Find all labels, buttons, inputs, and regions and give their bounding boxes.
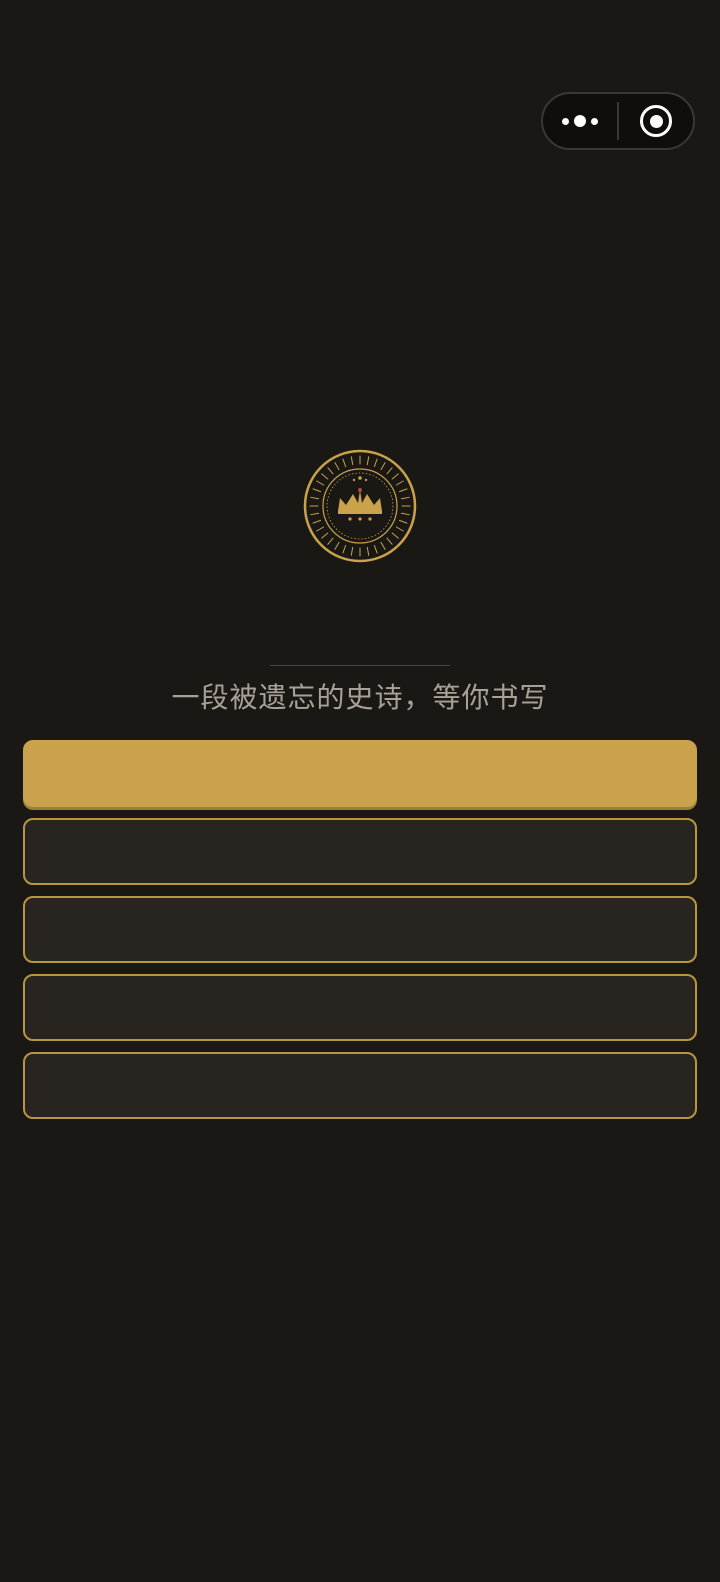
more-dots-icon	[562, 115, 599, 127]
start-screen: 一段被遗忘的史诗，等你书写	[0, 0, 720, 1582]
close-button[interactable]	[619, 94, 693, 148]
menu-button-4[interactable]	[23, 974, 697, 1041]
menu-button-3[interactable]	[23, 896, 697, 963]
tagline-divider	[270, 665, 450, 666]
menu-button-2[interactable]	[23, 818, 697, 885]
target-circle-icon	[640, 105, 672, 137]
main-menu	[23, 740, 697, 1130]
mini-program-capsule	[541, 92, 695, 150]
crown-medallion-icon	[303, 449, 417, 563]
tagline: 一段被遗忘的史诗，等你书写	[171, 681, 549, 714]
menu-button-primary[interactable]	[23, 740, 697, 807]
menu-button-5[interactable]	[23, 1052, 697, 1119]
more-button[interactable]	[543, 94, 617, 148]
